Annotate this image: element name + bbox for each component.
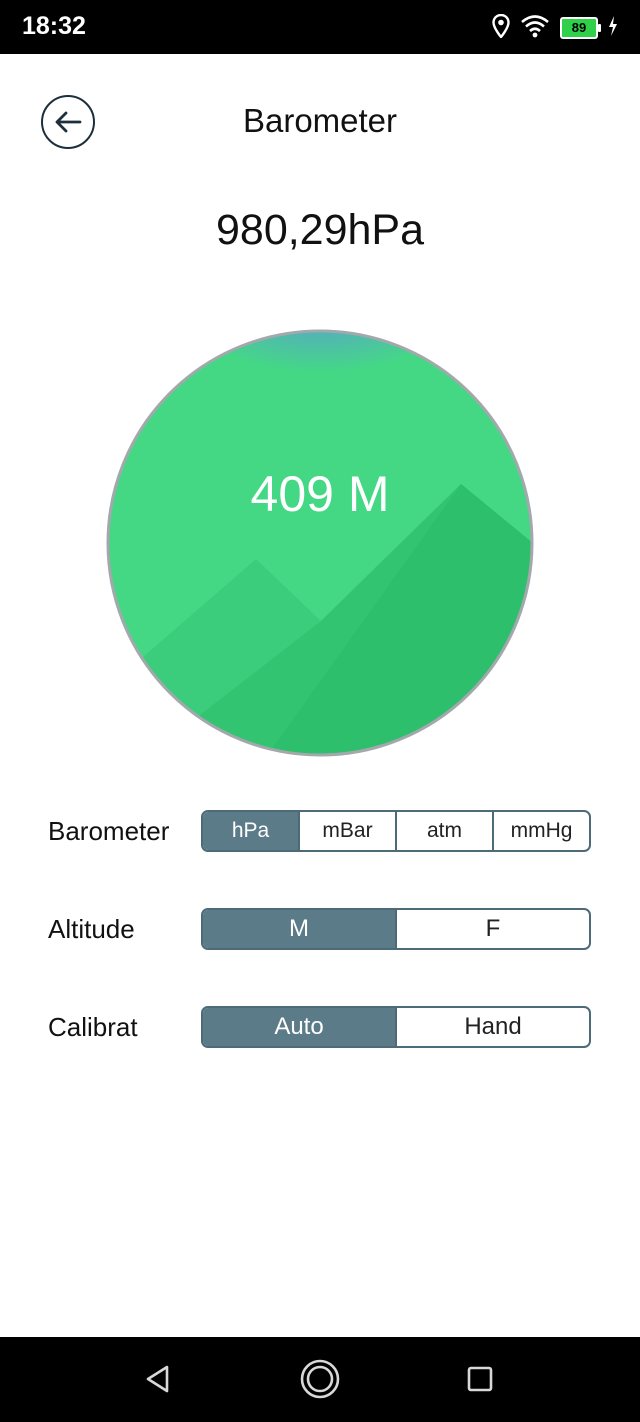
unit-feet-button[interactable]: F bbox=[397, 910, 589, 948]
altitude-unit-row: Altitude M F bbox=[0, 908, 640, 952]
battery-level: 89 bbox=[571, 20, 587, 35]
calibrate-row: Calibrat Auto Hand bbox=[0, 1006, 640, 1050]
header: Barometer bbox=[0, 54, 640, 194]
unit-meters-button[interactable]: M bbox=[203, 910, 397, 948]
barometer-unit-row: Barometer hPa mBar atm mmHg bbox=[0, 810, 640, 854]
unit-mbar-button[interactable]: mBar bbox=[300, 812, 397, 850]
circle-home-icon bbox=[300, 1359, 340, 1399]
wifi-icon bbox=[520, 14, 550, 43]
unit-atm-button[interactable]: atm bbox=[397, 812, 494, 850]
triangle-back-icon bbox=[146, 1365, 169, 1393]
page-title: Barometer bbox=[242, 102, 398, 139]
location-icon bbox=[492, 13, 510, 43]
square-recents-icon bbox=[467, 1366, 493, 1392]
barometer-label: Barometer bbox=[48, 816, 170, 846]
status-icons: 89 bbox=[492, 13, 618, 43]
altitude-unit-selector: M F bbox=[201, 908, 591, 950]
altitude-value: 409 M bbox=[250, 466, 390, 522]
status-bar: 18:32 89 bbox=[0, 0, 640, 54]
nav-recents-button[interactable] bbox=[460, 1359, 500, 1399]
status-time: 18:32 bbox=[22, 12, 86, 40]
barometer-unit-selector: hPa mBar atm mmHg bbox=[201, 810, 591, 852]
navigation-bar bbox=[0, 1337, 640, 1422]
altitude-label: Altitude bbox=[48, 914, 135, 944]
gauge-graphic bbox=[106, 329, 534, 757]
nav-home-button[interactable] bbox=[300, 1359, 340, 1399]
charging-icon bbox=[608, 15, 618, 41]
calibrate-auto-button[interactable]: Auto bbox=[203, 1008, 397, 1046]
calibrate-label: Calibrat bbox=[48, 1012, 138, 1042]
pressure-value: 980,29hPa bbox=[215, 206, 425, 254]
calibrate-hand-button[interactable]: Hand bbox=[397, 1008, 589, 1046]
unit-mmhg-button[interactable]: mmHg bbox=[494, 812, 589, 850]
unit-hpa-button[interactable]: hPa bbox=[203, 812, 300, 850]
altitude-gauge: 409 M bbox=[106, 329, 534, 757]
nav-back-button[interactable] bbox=[138, 1359, 178, 1399]
calibrate-mode-selector: Auto Hand bbox=[201, 1006, 591, 1048]
battery-icon: 89 bbox=[560, 17, 601, 39]
